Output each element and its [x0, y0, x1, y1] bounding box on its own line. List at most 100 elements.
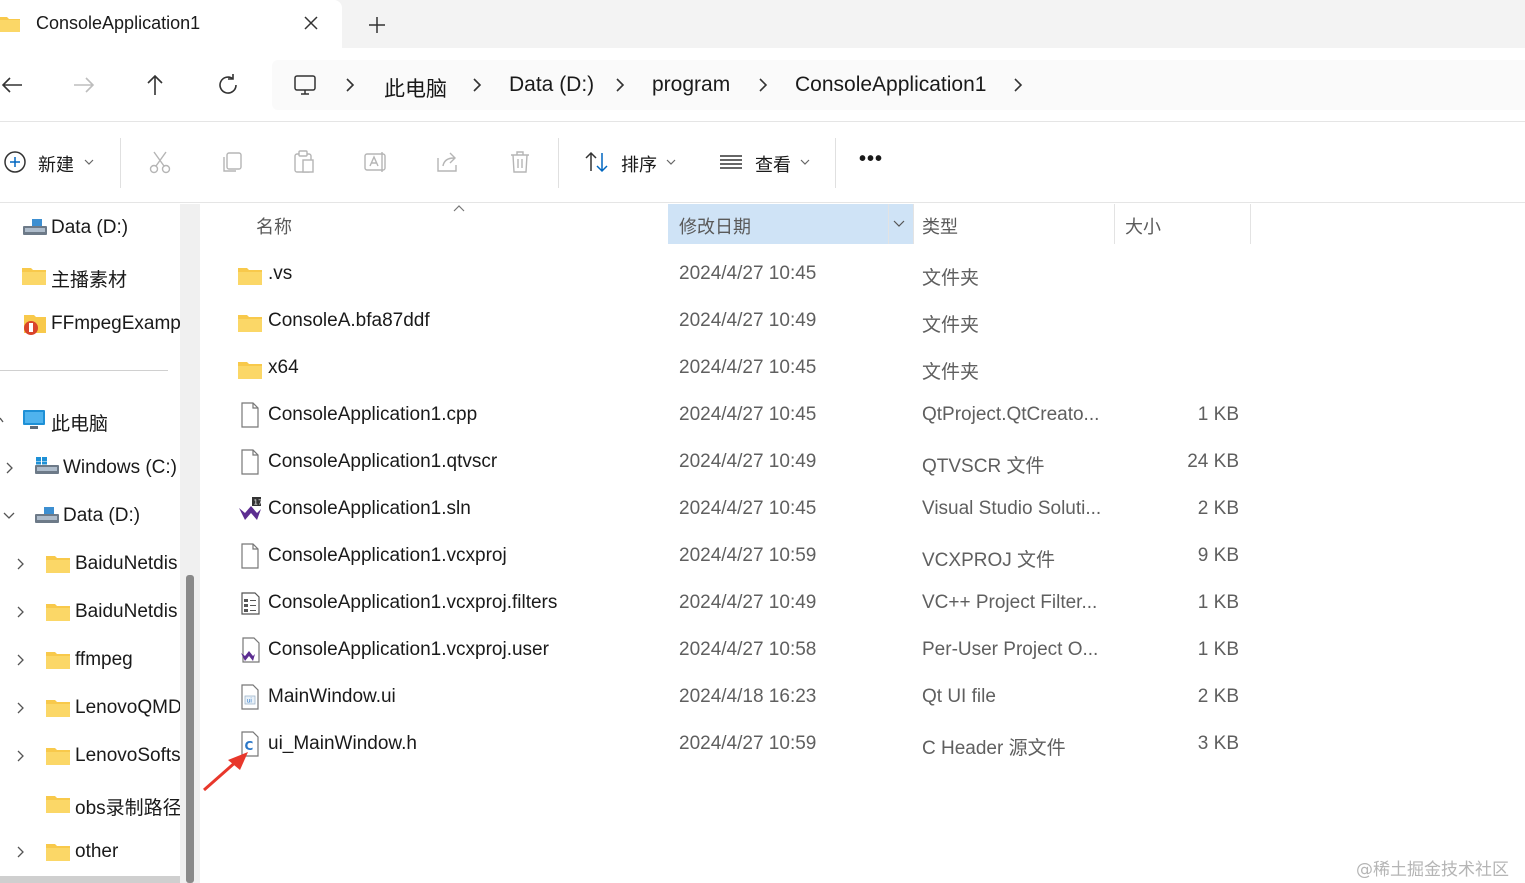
- file-date: 2024/4/27 10:45: [679, 498, 817, 519]
- folder-icon: [238, 268, 262, 285]
- file-date: 2024/4/27 10:49: [679, 451, 817, 472]
- chevron-right-icon[interactable]: [343, 76, 357, 94]
- chevron-right-icon[interactable]: [470, 76, 484, 94]
- breadcrumb-item[interactable]: program: [652, 73, 730, 97]
- chevron-right-icon[interactable]: [15, 845, 27, 859]
- column-separator[interactable]: [1250, 204, 1251, 244]
- sidebar-item-folder[interactable]: BaiduNetdis: [75, 553, 180, 575]
- file-name[interactable]: ConsoleApplication1.sln: [268, 498, 471, 520]
- rename-icon[interactable]: [362, 148, 390, 176]
- sidebar-item-this-pc[interactable]: 此电脑: [51, 409, 108, 436]
- tab-active[interactable]: ConsoleApplication1: [0, 0, 342, 48]
- sidebar-item-data-d-tree[interactable]: Data (D:): [63, 505, 140, 527]
- column-separator[interactable]: [1114, 204, 1115, 244]
- file-name[interactable]: ConsoleApplication1.vcxproj.filters: [268, 592, 557, 614]
- sort-button[interactable]: 排序: [621, 151, 657, 177]
- plus-icon[interactable]: [366, 14, 388, 36]
- chevron-right-icon[interactable]: [4, 461, 16, 475]
- column-header-type[interactable]: 类型: [922, 213, 958, 253]
- delete-icon[interactable]: [506, 148, 534, 176]
- chevron-right-icon[interactable]: [756, 76, 770, 94]
- cut-icon[interactable]: [146, 148, 174, 176]
- divider: [835, 138, 836, 188]
- file-name[interactable]: ConsoleApplication1.qtvscr: [268, 451, 497, 473]
- close-icon[interactable]: [300, 12, 322, 34]
- sidebar-item-folder[interactable]: obs录制路径: [75, 793, 180, 820]
- file-date: 2024/4/27 10:49: [679, 592, 817, 613]
- horizontal-scrollbar[interactable]: [0, 876, 180, 883]
- sidebar-item-folder[interactable]: LenovoQMD: [75, 697, 180, 719]
- column-header-size[interactable]: 大小: [1125, 213, 1161, 253]
- file-icon: [241, 543, 259, 569]
- file-name[interactable]: ConsoleApplication1.cpp: [268, 404, 477, 426]
- new-button[interactable]: 新建: [38, 151, 74, 177]
- sidebar-item-windows-c[interactable]: Windows (C:): [63, 457, 177, 479]
- copy-icon[interactable]: [218, 148, 246, 176]
- sidebar-scrollbar[interactable]: [186, 575, 194, 883]
- divider: [0, 370, 168, 371]
- file-size: 1 KB: [1197, 639, 1239, 660]
- column-header-date[interactable]: 修改日期: [679, 213, 751, 253]
- refresh-icon[interactable]: [215, 72, 241, 98]
- arrow-left-icon[interactable]: [0, 72, 26, 98]
- breadcrumb-item[interactable]: 此电脑: [384, 73, 447, 103]
- chevron-right-icon[interactable]: [15, 557, 27, 571]
- folder-icon: [0, 17, 20, 32]
- folder-icon: [46, 604, 70, 621]
- breadcrumb-item[interactable]: ConsoleApplication1: [795, 73, 986, 97]
- file-type: Per-User Project O...: [922, 639, 1099, 660]
- file-name[interactable]: ConsoleApplication1.vcxproj.user: [268, 639, 549, 661]
- file-name[interactable]: x64: [268, 357, 299, 379]
- file-date: 2024/4/27 10:45: [679, 357, 817, 378]
- sidebar-item-ffmpeg-examp[interactable]: FFmpegExamp: [51, 313, 180, 335]
- file-name[interactable]: MainWindow.ui: [268, 686, 396, 708]
- chevron-right-icon[interactable]: [613, 76, 627, 94]
- file-name[interactable]: ConsoleA.bfa87ddf: [268, 310, 430, 332]
- chevron-down-icon[interactable]: [893, 220, 905, 228]
- folder-icon: [238, 362, 262, 379]
- chevron-right-icon[interactable]: [15, 749, 27, 763]
- file-size: 1 KB: [1197, 592, 1239, 613]
- sort-icon[interactable]: [583, 148, 611, 176]
- sidebar-item-streamer-assets[interactable]: 主播素材: [51, 265, 127, 292]
- chevron-down-icon[interactable]: [0, 413, 12, 427]
- column-separator[interactable]: [913, 204, 914, 244]
- view-icon[interactable]: [717, 148, 745, 176]
- windows-drive-icon: [35, 457, 59, 474]
- arrow-up-icon[interactable]: [142, 72, 168, 98]
- plus-circle-icon[interactable]: [2, 148, 30, 176]
- sidebar-item-folder[interactable]: other: [75, 841, 180, 863]
- more-options-button[interactable]: •••: [859, 148, 883, 171]
- sidebar-item-data-d[interactable]: Data (D:): [51, 217, 128, 239]
- folder-icon: [46, 796, 70, 813]
- breadcrumb-item[interactable]: Data (D:): [509, 73, 594, 97]
- file-type: 文件夹: [922, 268, 980, 289]
- sidebar-item-folder[interactable]: ffmpeg: [75, 649, 180, 671]
- chevron-right-icon[interactable]: [15, 701, 27, 715]
- file-type: 文件夹: [922, 362, 980, 383]
- arrow-right-icon[interactable]: [71, 72, 97, 98]
- file-name[interactable]: ui_MainWindow.h: [268, 733, 417, 755]
- folder-icon: [46, 700, 70, 717]
- file-type: Qt UI file: [922, 686, 996, 707]
- file-size: 9 KB: [1197, 545, 1239, 566]
- column-separator[interactable]: [888, 204, 889, 244]
- chevron-right-icon[interactable]: [1011, 76, 1025, 94]
- folder-icon: [46, 748, 70, 765]
- file-name[interactable]: .vs: [268, 263, 292, 285]
- file-date: 2024/4/27 10:59: [679, 545, 817, 566]
- sidebar-item-folder[interactable]: LenovoSofts: [75, 745, 180, 767]
- chevron-right-icon[interactable]: [15, 605, 27, 619]
- column-header-name[interactable]: 名称: [256, 213, 292, 253]
- chevron-down-icon: [84, 159, 94, 165]
- chevron-down-icon[interactable]: [3, 509, 15, 523]
- sort-ascending-icon: [453, 205, 465, 212]
- file-name[interactable]: ConsoleApplication1.vcxproj: [268, 545, 507, 567]
- paste-icon[interactable]: [290, 148, 318, 176]
- share-icon[interactable]: [434, 148, 462, 176]
- view-button[interactable]: 查看: [755, 151, 791, 177]
- sidebar-item-folder[interactable]: BaiduNetdis: [75, 601, 180, 623]
- file-type: C Header 源文件: [922, 738, 1066, 759]
- vs-solution-icon: 17: [239, 497, 262, 520]
- chevron-right-icon[interactable]: [15, 653, 27, 667]
